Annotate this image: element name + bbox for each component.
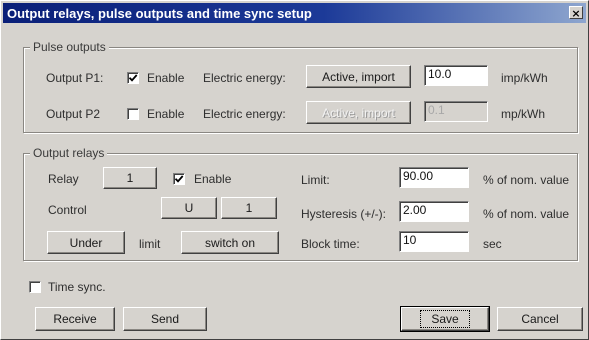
output-p2-energy-label: Electric energy: xyxy=(203,107,286,121)
output-p2-mode-button[interactable]: Active, import xyxy=(306,101,411,124)
cancel-button-label: Cancel xyxy=(521,312,559,326)
output-relays-group-title: Output relays xyxy=(30,146,108,160)
control-quantity-button[interactable]: U xyxy=(161,197,217,219)
control-quantity-label: U xyxy=(184,201,194,215)
output-p2-label: Output P2 xyxy=(46,107,101,121)
setup-dialog: Output relays, pulse outputs and time sy… xyxy=(0,0,589,340)
hysteresis-label: Hysteresis (+/-): xyxy=(301,207,387,221)
time-sync-checkbox[interactable] xyxy=(29,281,41,293)
relay-enable-checkbox[interactable] xyxy=(173,173,185,185)
output-p2-mode-button-label: Active, import xyxy=(322,105,395,120)
send-button-label: Send xyxy=(150,312,180,326)
output-p1-label: Output P1: xyxy=(46,71,104,85)
action-switch-on-button[interactable]: switch on xyxy=(181,231,279,254)
pulse-outputs-group: Pulse outputs xyxy=(23,40,578,133)
hysteresis-unit: % of nom. value xyxy=(483,207,570,221)
output-p2-unit: mp/kWh xyxy=(501,107,546,121)
output-p1-energy-label: Electric energy: xyxy=(203,71,286,85)
relay-label: Relay xyxy=(48,172,79,186)
block-time-unit: sec xyxy=(483,237,502,251)
output-p2-enable-checkbox[interactable] xyxy=(127,108,139,120)
hysteresis-input[interactable]: 2.00 xyxy=(399,201,469,222)
pulse-outputs-group-title: Pulse outputs xyxy=(30,40,109,54)
output-p1-enable-checkbox[interactable] xyxy=(127,72,139,84)
receive-button-label: Receive xyxy=(53,312,97,326)
block-time-label: Block time: xyxy=(301,237,360,251)
output-p1-mode-button[interactable]: Active, import xyxy=(306,65,411,88)
checkmark-icon xyxy=(128,74,138,82)
limit-input[interactable]: 90.00 xyxy=(399,167,469,188)
control-phase-button[interactable]: 1 xyxy=(221,197,277,219)
control-phase-label: 1 xyxy=(245,201,253,215)
output-p1-enable-label: Enable xyxy=(147,71,185,85)
cancel-button[interactable]: Cancel xyxy=(497,307,583,331)
relay-number-label: 1 xyxy=(126,171,134,185)
window-title: Output relays, pulse outputs and time sy… xyxy=(7,6,312,21)
limit-unit: % of nom. value xyxy=(483,173,570,187)
save-button-label: Save xyxy=(420,310,470,328)
checkmark-icon xyxy=(174,175,184,183)
relay-number-button[interactable]: 1 xyxy=(103,167,157,189)
time-sync-label: Time sync. xyxy=(48,280,106,294)
output-p1-mode-button-label: Active, import xyxy=(322,69,395,84)
output-p1-value-input[interactable]: 10.0 xyxy=(424,65,488,86)
control-label: Control xyxy=(48,203,87,217)
send-button[interactable]: Send xyxy=(123,307,207,331)
close-button[interactable]: × xyxy=(569,6,583,20)
block-time-input[interactable]: 10 xyxy=(399,231,469,252)
save-button[interactable]: Save xyxy=(400,306,490,332)
output-p2-enable-label: Enable xyxy=(147,107,185,121)
limit-label: Limit: xyxy=(301,173,330,187)
output-p2-value-input[interactable]: 0.1 xyxy=(424,101,488,122)
receive-button[interactable]: Receive xyxy=(35,307,115,331)
output-p1-unit: imp/kWh xyxy=(501,71,548,85)
condition-under-label: Under xyxy=(69,235,103,250)
limit-text: limit xyxy=(139,237,161,251)
action-switch-on-label: switch on xyxy=(204,235,256,250)
title-bar[interactable]: Output relays, pulse outputs and time sy… xyxy=(3,3,586,23)
close-icon: × xyxy=(571,7,581,20)
relay-enable-label: Enable xyxy=(194,172,232,186)
condition-under-button[interactable]: Under xyxy=(47,231,125,254)
